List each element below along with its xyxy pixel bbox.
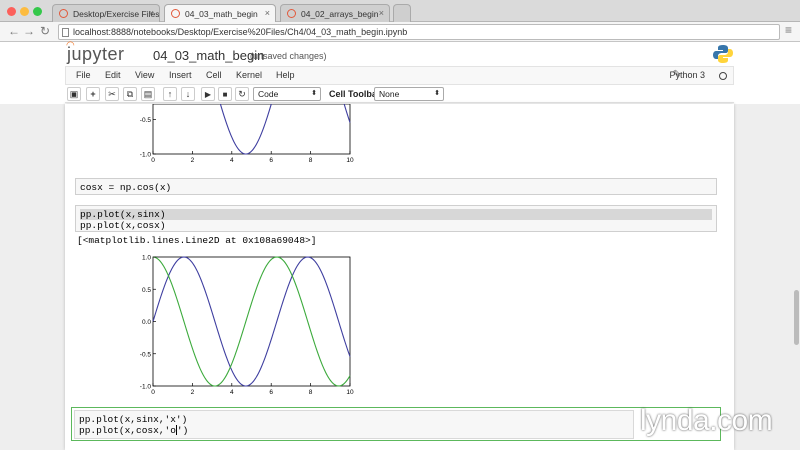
reload-icon[interactable]: ↻ bbox=[40, 24, 50, 38]
code-line: pp.plot(x,sinx) bbox=[80, 209, 712, 220]
series-line-cosx bbox=[152, 256, 351, 387]
y-tick-label: -0.5 bbox=[140, 351, 152, 358]
sin-plot-partial: 0 2 4 6 8 10 -0.5 -1.0 bbox=[140, 104, 354, 164]
minimize-window-button[interactable] bbox=[20, 7, 29, 16]
browser-tab-bar: Desktop/Exercise Files/Ch × 04_03_math_b… bbox=[0, 0, 800, 22]
close-window-button[interactable] bbox=[7, 7, 16, 16]
active-code-cell[interactable]: pp.plot(x,sinx,'x') pp.plot(x,cosx,'o') bbox=[71, 407, 721, 441]
insert-cell-below-icon[interactable]: + bbox=[86, 87, 100, 101]
cell-output-text: [<matplotlib.lines.Line2D at 0x108a69048… bbox=[77, 235, 317, 246]
new-tab-button[interactable] bbox=[393, 4, 411, 22]
cell-toolbar-select[interactable]: None ⬍ bbox=[374, 87, 444, 101]
plot-frame bbox=[152, 104, 351, 155]
jupyter-favicon-icon bbox=[287, 9, 296, 18]
menu-insert[interactable]: Insert bbox=[169, 70, 192, 80]
close-tab-icon[interactable]: × bbox=[265, 8, 270, 18]
x-tick-label: 0 bbox=[151, 157, 155, 164]
run-cell-icon[interactable]: ▶ bbox=[201, 87, 215, 101]
hamburger-menu-icon[interactable]: ≡ bbox=[785, 23, 792, 37]
address-bar: ← → ↻ localhost:8888/notebooks/Desktop/E… bbox=[0, 22, 800, 42]
x-tick-label: 4 bbox=[230, 389, 234, 396]
y-tick-label: 1.0 bbox=[142, 255, 151, 262]
menu-help[interactable]: Help bbox=[276, 70, 295, 80]
jupyter-favicon-icon bbox=[171, 9, 180, 18]
notebook-toolbar: ▣ + ✂ ⧉ ▤ ↑ ↓ ▶ ■ ↻ Code ⬍ Cell Toolbar:… bbox=[65, 85, 734, 103]
code-line: pp.plot(x,cosx,'o') bbox=[79, 425, 189, 436]
x-tick-label: 6 bbox=[269, 157, 273, 164]
save-status: (unsaved changes) bbox=[250, 51, 327, 61]
x-tick-label: 4 bbox=[230, 157, 234, 164]
menu-file[interactable]: File bbox=[76, 70, 91, 80]
tab-file-browser[interactable]: Desktop/Exercise Files/Ch × bbox=[52, 4, 160, 22]
code-line: pp.plot(x,sinx,'x') bbox=[79, 414, 188, 425]
stop-kernel-icon[interactable]: ■ bbox=[218, 87, 232, 101]
x-tick-label: 2 bbox=[191, 157, 195, 164]
code-cell-cosx[interactable]: cosx = np.cos(x) bbox=[75, 178, 717, 195]
move-up-icon[interactable]: ↑ bbox=[163, 87, 177, 101]
plot-frame bbox=[152, 256, 351, 387]
series-line-sinx bbox=[219, 104, 351, 155]
kernel-name[interactable]: Python 3 bbox=[669, 70, 705, 80]
code-cell-plot[interactable]: pp.plot(x,sinx) pp.plot(x,cosx) bbox=[75, 205, 717, 232]
y-tick-label: -0.5 bbox=[140, 117, 152, 124]
jupyter-favicon-icon bbox=[59, 9, 68, 18]
scrollbar-thumb[interactable] bbox=[794, 290, 799, 345]
menubar: File Edit View Insert Cell Kernel Help ✎… bbox=[65, 66, 734, 85]
python-logo-icon bbox=[713, 45, 733, 63]
back-arrow-icon[interactable]: ← bbox=[8, 24, 20, 38]
x-tick-label: 6 bbox=[269, 389, 273, 396]
x-tick-label: 8 bbox=[309, 389, 313, 396]
notebook-container[interactable]: 0 2 4 6 8 10 -0.5 -1.0 cosx = np.cos(x) pp.plot… bbox=[65, 104, 734, 450]
select-arrows-icon: ⬍ bbox=[434, 90, 440, 97]
move-down-icon[interactable]: ↓ bbox=[181, 87, 195, 101]
x-tick-label: 10 bbox=[346, 389, 354, 396]
close-tab-icon[interactable]: × bbox=[149, 8, 154, 18]
page-icon bbox=[62, 28, 69, 37]
close-tab-icon[interactable]: × bbox=[379, 8, 384, 18]
kernel-idle-indicator-icon bbox=[719, 72, 727, 80]
copy-icon[interactable]: ⧉ bbox=[123, 87, 137, 101]
sin-cos-plot: 0 2 4 6 8 10 1.0 0.5 0.0 -0.5 -1.0 bbox=[140, 255, 354, 397]
page-scrollbar[interactable] bbox=[793, 104, 800, 450]
jupyter-logo-icon: ◠ bbox=[66, 40, 76, 51]
jupyter-logo[interactable]: ◠ jupyter bbox=[66, 40, 125, 65]
paste-icon[interactable]: ▤ bbox=[141, 87, 155, 101]
tab-arrays-notebook[interactable]: 04_02_arrays_begin × bbox=[280, 4, 390, 22]
menu-cell[interactable]: Cell bbox=[206, 70, 222, 80]
tab-active-notebook[interactable]: 04_03_math_begin × bbox=[164, 4, 276, 22]
select-arrows-icon: ⬍ bbox=[311, 90, 317, 97]
menu-edit[interactable]: Edit bbox=[105, 70, 121, 80]
x-tick-label: 8 bbox=[309, 157, 313, 164]
series-line-sinx bbox=[152, 256, 351, 387]
notebook-name[interactable]: 04_03_math_begin bbox=[153, 48, 264, 63]
cell-type-select[interactable]: Code ⬍ bbox=[253, 87, 321, 101]
y-tick-label: 0.5 bbox=[142, 287, 151, 294]
y-tick-label: -1.0 bbox=[140, 152, 152, 159]
cut-icon[interactable]: ✂ bbox=[105, 87, 119, 101]
code-line: pp.plot(x,cosx) bbox=[80, 220, 166, 231]
y-tick-label: -1.0 bbox=[140, 384, 152, 391]
y-tick-label: 0.0 bbox=[142, 319, 151, 326]
x-tick-label: 2 bbox=[191, 389, 195, 396]
save-icon[interactable]: ▣ bbox=[67, 87, 81, 101]
url-input[interactable]: localhost:8888/notebooks/Desktop/Exercis… bbox=[58, 24, 780, 40]
code-cell-editor[interactable]: pp.plot(x,sinx,'x') pp.plot(x,cosx,'o') bbox=[74, 410, 634, 439]
lynda-watermark: lynda.com bbox=[640, 404, 773, 437]
restart-kernel-icon[interactable]: ↻ bbox=[235, 87, 249, 101]
zoom-window-button[interactable] bbox=[33, 7, 42, 16]
menu-kernel[interactable]: Kernel bbox=[236, 70, 262, 80]
menu-view[interactable]: View bbox=[135, 70, 154, 80]
code-line: cosx = np.cos(x) bbox=[80, 182, 172, 193]
x-tick-label: 0 bbox=[151, 389, 155, 396]
forward-arrow-icon[interactable]: → bbox=[23, 24, 35, 38]
x-tick-label: 10 bbox=[346, 157, 354, 164]
